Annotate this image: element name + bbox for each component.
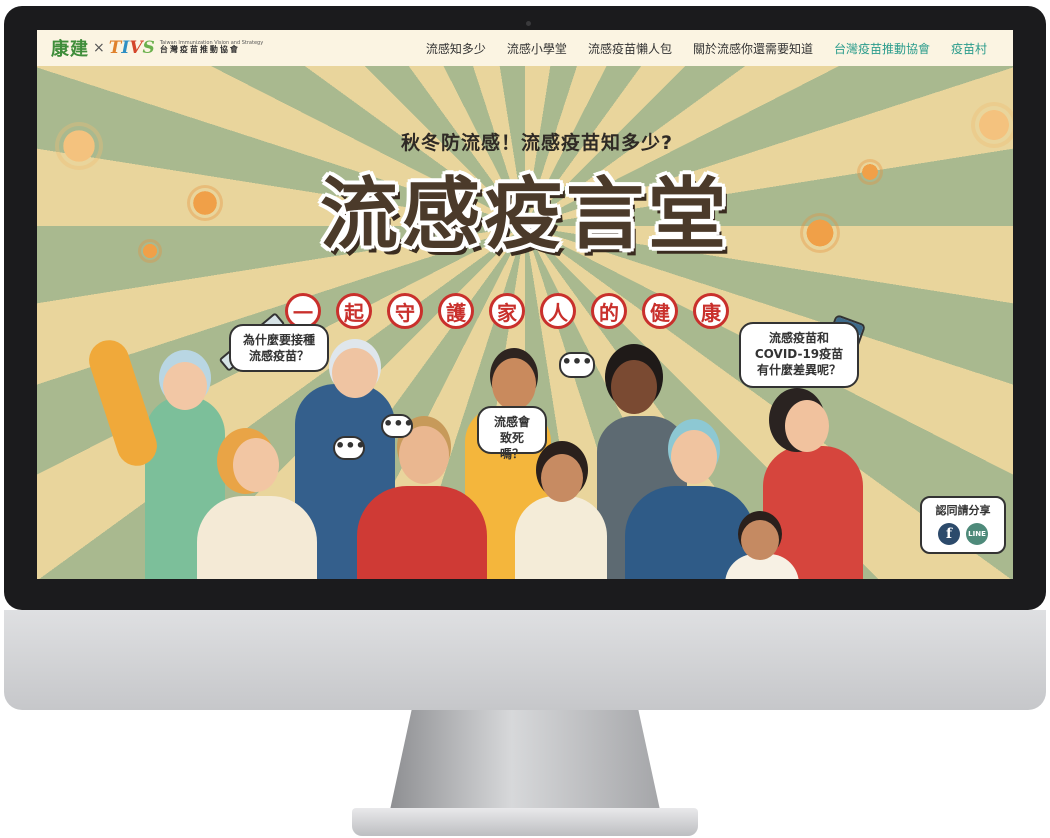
camera-dot [526, 21, 531, 26]
monitor-chin [4, 610, 1046, 710]
monitor-base [352, 808, 698, 836]
share-label: 認同請分享 [935, 504, 991, 517]
logo-separator: × [93, 40, 105, 56]
person-woman-dark-head [611, 360, 657, 414]
nav-flu-basics[interactable]: 流感知多少 [426, 40, 486, 57]
tivs-logo: TIVS [108, 38, 155, 58]
screen: 康建 × TIVS Taiwan Immunization Vision and… [37, 30, 1013, 579]
person-grandmother-head [163, 362, 207, 410]
person-woman-cream-head [233, 438, 279, 492]
slogan-char: 起 [336, 293, 372, 329]
slogan-char: 人 [540, 293, 576, 329]
person-man-yellow-head [492, 358, 536, 410]
person-woman-yellow-shirt [515, 496, 607, 579]
monitor-stand [390, 710, 660, 810]
slogan-char: 守 [387, 293, 423, 329]
bubble-why-vaccinate: 為什麼要接種 流感疫苗？ [229, 324, 329, 372]
person-child-head [741, 520, 779, 560]
logo-chinese-name: 台灣疫苗推動協會 [159, 45, 240, 55]
virus-icon [141, 242, 159, 260]
virus-icon [59, 126, 99, 166]
person-man-blue-head [671, 430, 717, 484]
bubble-dots: ••• [559, 352, 595, 378]
bubble-dots: ••• [381, 414, 414, 438]
nav-flu-more-info[interactable]: 關於流感你還需要知道 [693, 40, 813, 57]
virus-icon [190, 188, 220, 218]
slogan-char: 護 [438, 293, 474, 329]
share-panel: 認同請分享 f LINE [920, 496, 1006, 554]
main-nav: 流感知多少 流感小學堂 流感疫苗懶人包 關於流感你還需要知道 台灣疫苗推動協會 … [405, 40, 987, 57]
hero-subtitle: 秋冬防流感！流感疫苗知多少? [400, 132, 674, 154]
slogan-char: 家 [489, 293, 525, 329]
bubble-flu-death: 流感會 致死嗎？ [477, 406, 547, 461]
person-man-red [357, 486, 487, 579]
virus-icon [975, 106, 1013, 144]
person-grandmother-arm [83, 335, 163, 471]
person-woman-cream [197, 496, 317, 579]
nav-vaccine-village[interactable]: 疫苗村 [951, 40, 987, 57]
nav-flu-school[interactable]: 流感小學堂 [507, 40, 567, 57]
nav-vaccine-guide[interactable]: 流感疫苗懶人包 [588, 40, 672, 57]
slogan-char: 康 [693, 293, 729, 329]
bubble-flu-vs-covid: 流感疫苗和 COVID-19疫苗 有什麼差異呢？ [739, 322, 859, 388]
site-header: 康建 × TIVS Taiwan Immunization Vision and… [37, 30, 1013, 66]
facebook-share-icon[interactable]: f [938, 523, 960, 545]
virus-icon [803, 216, 837, 250]
nav-tivs[interactable]: 台灣疫苗推動協會 [834, 40, 930, 57]
person-woman-red-head [785, 400, 829, 452]
share-icons: f LINE [922, 523, 1004, 545]
hero-title: 流感疫言堂 [319, 170, 730, 260]
hero-banner: 秋冬防流感！流感疫苗知多少? 流感疫言堂 一 起 守 護 家 人 的 健 康 為… [37, 66, 1013, 579]
person-woman-yellow-shirt-head [541, 454, 583, 502]
bubble-dots: ••• [333, 436, 366, 460]
slogan-char: 的 [591, 293, 627, 329]
slogan: 一 起 守 護 家 人 的 健 康 [285, 293, 744, 329]
logo-text: Taiwan Immunization Vision and Strategy … [159, 40, 263, 55]
logo-group[interactable]: 康建 × TIVS Taiwan Immunization Vision and… [51, 35, 263, 61]
slogan-char: 健 [642, 293, 678, 329]
virus-icon [860, 162, 880, 182]
line-share-icon[interactable]: LINE [966, 523, 988, 545]
person-grandfather-head [332, 348, 378, 398]
kangjian-logo: 康建 [51, 39, 89, 60]
